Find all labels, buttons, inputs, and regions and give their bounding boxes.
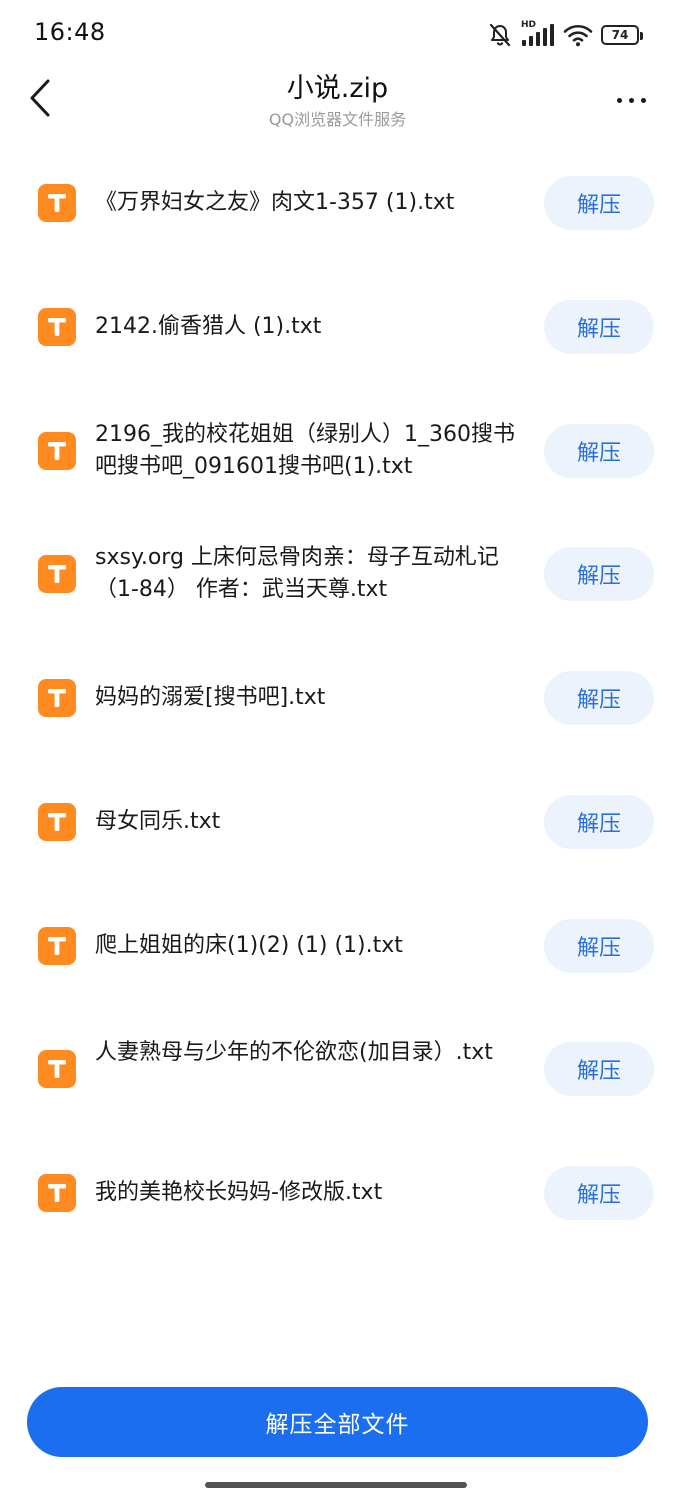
letter-t-glyph: [48, 1060, 66, 1079]
file-name: 我的美艳校长妈妈-修改版.txt: [95, 1180, 383, 1205]
file-name: 妈妈的溺爱[搜书吧].txt: [95, 685, 326, 710]
extract-all-button[interactable]: 解压全部文件: [27, 1387, 648, 1457]
status-time: 16:48: [34, 18, 106, 46]
file-row[interactable]: 人妻熟母与少年的不伦欲恋(加目录）.txt 解压: [0, 1019, 675, 1119]
back-button[interactable]: [20, 78, 60, 122]
file-viewer-screen: 16:48 HD 74 小说.zip QQ浏览器文件服务 《万界妇女之友》肉文1…: [0, 0, 675, 1500]
file-row[interactable]: sxsy.org 上床何忌骨肉亲：母子互动札记（1-84） 作者：武当天尊.tx…: [0, 524, 675, 624]
extract-button[interactable]: 解压: [544, 1166, 654, 1220]
extract-button[interactable]: 解压: [544, 176, 654, 230]
home-indicator[interactable]: [205, 1482, 467, 1488]
more-dots-icon: [628, 97, 634, 103]
extract-button[interactable]: 解压: [544, 423, 654, 478]
extract-button[interactable]: 解压: [544, 671, 654, 725]
status-icons: HD 74: [487, 19, 643, 51]
txt-file-icon: [38, 1050, 76, 1089]
file-name: 母女同乐.txt: [95, 808, 221, 834]
file-name: 2196_我的校花姐姐（绿别人）1_360搜书吧搜书吧_091601搜书吧(1)…: [95, 421, 515, 479]
file-name: 爬上姐姐的床(1)(2) (1) (1).txt: [95, 932, 403, 958]
txt-file-icon: [38, 926, 76, 965]
battery-icon: 74: [601, 25, 643, 45]
extract-button[interactable]: 解压: [544, 794, 654, 849]
mute-bell-icon: [487, 22, 513, 48]
letter-t-glyph: [48, 565, 66, 584]
letter-t-glyph: [48, 317, 66, 336]
extract-button[interactable]: 解压: [544, 547, 654, 602]
more-options-button[interactable]: [609, 84, 653, 116]
file-name: sxsy.org 上床何忌骨肉亲：母子互动札记（1-84） 作者：武当天尊.tx…: [95, 545, 499, 603]
page-subtitle: QQ浏览器文件服务: [268, 110, 407, 129]
letter-t-glyph: [48, 194, 66, 212]
txt-file-icon: [38, 679, 76, 717]
txt-file-icon: [38, 431, 76, 470]
letter-t-glyph: [48, 812, 66, 831]
file-name: 2142.偷香猎人 (1).txt: [95, 313, 322, 339]
more-dots-icon: [640, 97, 646, 103]
extract-button[interactable]: 解压: [544, 299, 654, 354]
status-bar: 16:48 HD 74: [0, 0, 675, 66]
file-row[interactable]: 我的美艳校长妈妈-修改版.txt 解压: [0, 1143, 675, 1243]
signal-icon: HD: [521, 20, 555, 48]
txt-file-icon: [38, 802, 76, 841]
wifi-icon: [563, 23, 593, 47]
letter-t-glyph: [48, 1184, 66, 1202]
letter-t-glyph: [48, 441, 66, 460]
file-name: 人妻熟母与少年的不伦欲恋(加目录）.txt: [95, 1040, 493, 1066]
title-block: 小说.zip QQ浏览器文件服务: [120, 72, 555, 132]
file-name: 《万界妇女之友》肉文1-357 (1).txt: [95, 190, 455, 215]
letter-t-glyph: [48, 689, 66, 707]
back-arrow-icon: [28, 78, 52, 122]
txt-file-icon: [38, 184, 76, 222]
more-dots-icon: [616, 97, 622, 103]
extract-button[interactable]: 解压: [544, 1042, 654, 1097]
letter-t-glyph: [48, 936, 66, 955]
txt-file-icon: [38, 307, 76, 346]
file-row[interactable]: 爬上姐姐的床(1)(2) (1) (1).txt 解压: [0, 896, 675, 996]
page-title: 小说.zip: [286, 73, 389, 104]
file-row[interactable]: 妈妈的溺爱[搜书吧].txt 解压: [0, 648, 675, 748]
file-row[interactable]: 2196_我的校花姐姐（绿别人）1_360搜书吧搜书吧_091601搜书吧(1)…: [0, 401, 675, 501]
extract-button[interactable]: 解压: [544, 918, 654, 973]
battery-level: 74: [611, 28, 629, 42]
file-row[interactable]: 《万界妇女之友》肉文1-357 (1).txt 解压: [0, 153, 675, 253]
file-row[interactable]: 2142.偷香猎人 (1).txt 解压: [0, 277, 675, 377]
txt-file-icon: [38, 555, 76, 594]
nav-header: 小说.zip QQ浏览器文件服务: [0, 66, 675, 136]
txt-file-icon: [38, 1174, 76, 1212]
file-row[interactable]: 母女同乐.txt 解压: [0, 772, 675, 872]
